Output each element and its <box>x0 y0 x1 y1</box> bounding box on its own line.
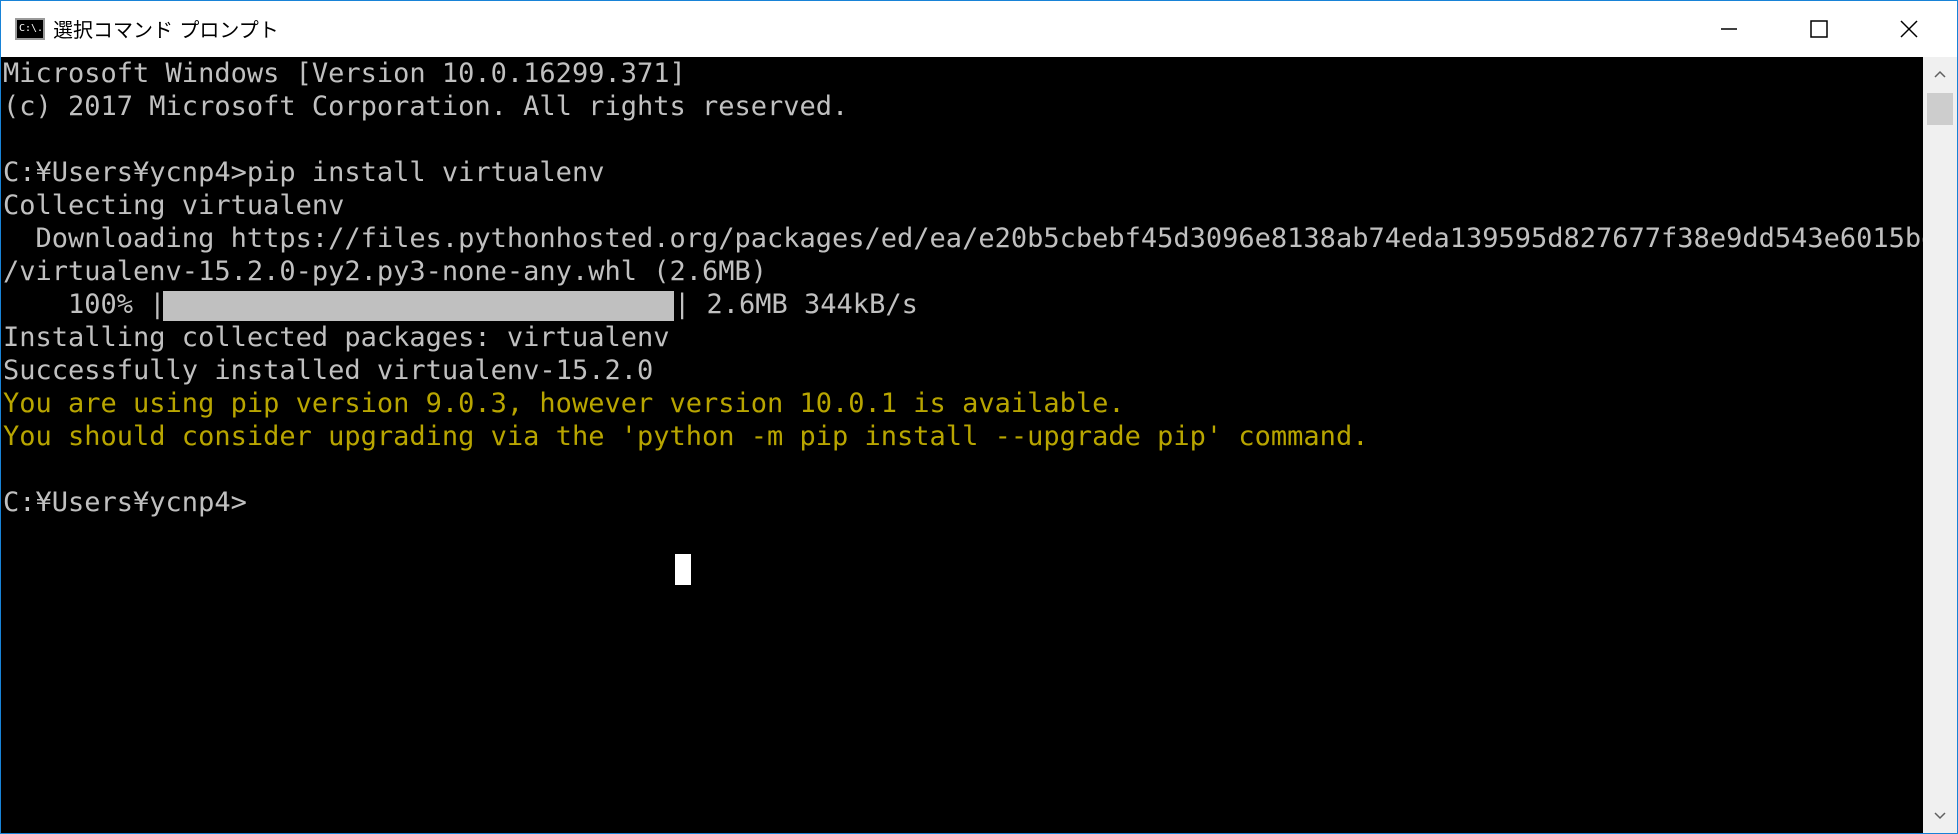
command-prompt-icon[interactable]: C:\. <box>15 18 45 40</box>
console-line-progress-prefix: 100% | <box>3 289 166 320</box>
console-line-command: C:¥Users¥ycnp4>pip install virtualenv <box>3 157 605 188</box>
text-cursor <box>675 554 691 585</box>
scroll-down-arrow-icon <box>1934 812 1946 820</box>
console-line-wheel: /virtualenv-15.2.0-py2.py3-none-any.whl … <box>3 256 768 287</box>
maximize-icon <box>1810 20 1828 38</box>
console-prompt[interactable]: C:¥Users¥ycnp4> <box>3 486 247 519</box>
title-bar[interactable]: C:\. 選択コマンド プロンプト <box>1 1 1957 57</box>
console-line-copyright: (c) 2017 Microsoft Corporation. All righ… <box>3 91 849 122</box>
console-line-success: Successfully installed virtualenv-15.2.0 <box>3 355 654 386</box>
console-line-installing: Installing collected packages: virtualen… <box>3 322 670 353</box>
console-line-downloading: Downloading https://files.pythonhosted.o… <box>3 223 1924 254</box>
vertical-scrollbar[interactable] <box>1923 57 1957 833</box>
console-output-area[interactable]: Microsoft Windows [Version 10.0.16299.37… <box>1 57 1923 833</box>
console-line-progress-suffix: | 2.6MB 344kB/s <box>674 289 918 320</box>
close-button[interactable] <box>1864 1 1954 57</box>
minimize-icon <box>1721 28 1737 30</box>
window-title: 選択コマンド プロンプト <box>53 18 279 42</box>
download-progress-bar <box>163 291 674 321</box>
console-line-collecting: Collecting virtualenv <box>3 190 345 221</box>
console-line-version: Microsoft Windows [Version 10.0.16299.37… <box>3 58 686 89</box>
scroll-up-button[interactable] <box>1923 57 1957 91</box>
scroll-up-arrow-icon <box>1934 70 1946 78</box>
command-prompt-window: C:\. 選択コマンド プロンプト Microsoft Windows [Ver… <box>0 0 1958 834</box>
minimize-button[interactable] <box>1684 1 1774 57</box>
console-line-upgrade-hint: You should consider upgrading via the 'p… <box>3 421 1369 452</box>
scroll-down-button[interactable] <box>1923 799 1957 833</box>
close-icon <box>1900 20 1918 38</box>
maximize-button[interactable] <box>1774 1 1864 57</box>
scroll-thumb[interactable] <box>1927 93 1953 125</box>
console-line-pip-warning: You are using pip version 9.0.3, however… <box>3 388 1125 419</box>
